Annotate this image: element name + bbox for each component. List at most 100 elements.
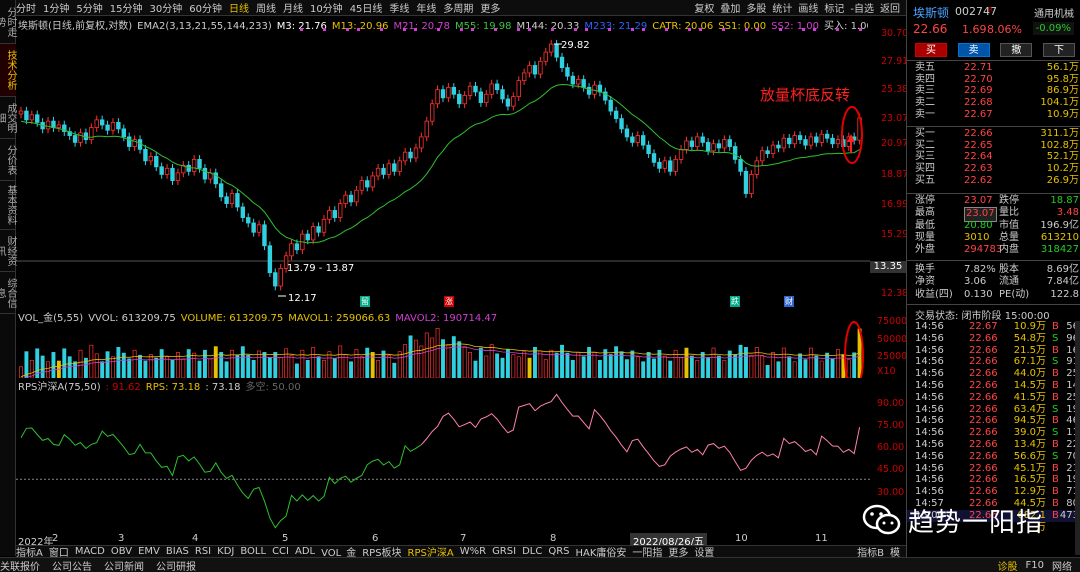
period-tab-12[interactable]: 年线: [416, 0, 436, 15]
indicator-tab-4[interactable]: EMV: [138, 546, 160, 557]
trade-row[interactable]: 14:56 22.66 44.0万 B 25: [907, 368, 1080, 380]
left-tab-6[interactable]: 综合信息: [0, 272, 16, 314]
trade-row[interactable]: 14:56 22.66 54.8万 S 96: [907, 333, 1080, 345]
toolbar-action-5[interactable]: 标记: [824, 0, 844, 15]
indicator-tab-0[interactable]: 指标A: [16, 546, 43, 557]
period-tab-7[interactable]: 周线: [256, 0, 276, 15]
volume-bar: [468, 352, 473, 378]
indicator-right-1[interactable]: 模: [890, 546, 900, 557]
trade-row[interactable]: 14:56 22.66 94.5万 B 46: [907, 415, 1080, 427]
trade-row[interactable]: 14:56 22.66 14.5万 B 14: [907, 380, 1080, 392]
buy-button[interactable]: 买: [915, 43, 947, 57]
period-tab-6[interactable]: 日线: [229, 0, 249, 15]
rps-chart[interactable]: [16, 388, 870, 534]
period-tab-13[interactable]: 多周期: [443, 0, 473, 15]
period-tab-2[interactable]: 5分钟: [76, 0, 102, 15]
period-tab-3[interactable]: 15分钟: [110, 0, 143, 15]
status-right-2[interactable]: 网络: [1052, 558, 1072, 572]
trade-list[interactable]: 14:56 22.67 10.9万 B 56 14:56 22.66 54.8万 S 96 14:5…: [907, 321, 1080, 533]
indicator-tab-17[interactable]: QRS: [548, 546, 569, 557]
status-link-1[interactable]: 公司公告: [52, 558, 92, 572]
indicator-tab-8[interactable]: BOLL: [240, 546, 266, 557]
industry-name[interactable]: 通用机械: [1034, 5, 1074, 20]
indicator-tab-14[interactable]: W%R: [460, 546, 486, 557]
buy-row[interactable]: 买二 22.65 102.8万: [907, 140, 1080, 152]
trade-row[interactable]: 14:56 22.66 13.4万 B 22: [907, 439, 1080, 451]
period-tab-14[interactable]: 更多: [480, 0, 500, 15]
toolbar-action-4[interactable]: 画线: [798, 0, 818, 15]
left-tab-2[interactable]: 成交明细: [0, 97, 16, 139]
buy-row[interactable]: 买四 22.63 10.2万: [907, 163, 1080, 175]
status-link-0[interactable]: 关联报价: [0, 558, 40, 572]
indicator-tab-9[interactable]: CCI: [272, 546, 289, 557]
sell-row[interactable]: 卖四 22.70 95.8万: [907, 74, 1080, 86]
indicator-tab-20[interactable]: 更多: [668, 546, 688, 557]
indicator-tab-3[interactable]: OBV: [111, 546, 132, 557]
trade-row[interactable]: 14:56 22.66 39.0万 S 11: [907, 427, 1080, 439]
left-tab-0[interactable]: 分时走势: [0, 0, 16, 44]
sell-row[interactable]: 卖一 22.67 10.9万: [907, 109, 1080, 121]
indicator-tab-2[interactable]: MACD: [75, 546, 105, 557]
indicator-tab-15[interactable]: GRSI: [492, 546, 516, 557]
toolbar-action-7[interactable]: 返回: [880, 0, 900, 15]
toolbar-action-1[interactable]: 叠加: [720, 0, 740, 15]
trade-row[interactable]: 14:56 22.66 16.5万 B 19: [907, 474, 1080, 486]
indicator-tab-6[interactable]: RSI: [195, 546, 211, 557]
trade-row[interactable]: 14:56 22.66 21.5万 B 16: [907, 345, 1080, 357]
indicator-tab-5[interactable]: BIAS: [166, 546, 189, 557]
status-link-3[interactable]: 公司研报: [156, 558, 196, 572]
volume-chart[interactable]: [16, 318, 870, 378]
period-tab-11[interactable]: 季线: [389, 0, 409, 15]
trade-row[interactable]: 14:56 22.66 56.6万 S 70: [907, 451, 1080, 463]
trade-row[interactable]: 14:56 22.66 67.1万 S 91: [907, 356, 1080, 368]
period-tab-0[interactable]: 分时: [16, 0, 36, 15]
price-chart[interactable]: [16, 28, 870, 300]
status-link-2[interactable]: 公司新闻: [104, 558, 144, 572]
indicator-tab-12[interactable]: RPS板块: [362, 546, 401, 557]
trade-row[interactable]: 14:56 22.66 12.9万 B 71: [907, 486, 1080, 498]
indicator-right-0[interactable]: 指标B: [857, 546, 884, 557]
period-tab-10[interactable]: 45日线: [350, 0, 383, 15]
left-tab-5[interactable]: 财经资讯: [0, 230, 16, 272]
left-tab-4[interactable]: 基本资料: [0, 181, 16, 230]
buy-row[interactable]: 买一 22.66 311.1万: [907, 128, 1080, 140]
sell-button[interactable]: 卖: [957, 43, 990, 57]
trade-scrollbar[interactable]: [1075, 321, 1080, 555]
toolbar-action-2[interactable]: 多股: [746, 0, 766, 15]
indicator-tab-19[interactable]: 一阳指: [632, 546, 662, 557]
toolbar-action-3[interactable]: 统计: [772, 0, 792, 15]
sell-row[interactable]: 卖二 22.68 104.1万: [907, 97, 1080, 109]
stock-name[interactable]: 埃斯顿: [913, 4, 949, 21]
period-tab-4[interactable]: 30分钟: [149, 0, 182, 15]
sell-row[interactable]: 卖五 22.71 56.1万: [907, 62, 1080, 74]
trade-row[interactable]: 14:56 22.66 45.1万 B 21: [907, 463, 1080, 475]
indicator-tab-13[interactable]: RPS沪深A: [408, 546, 454, 557]
indicator-tab-10[interactable]: ADL: [295, 546, 315, 557]
indicator-tab-16[interactable]: DLC: [522, 546, 542, 557]
period-tab-8[interactable]: 月线: [283, 0, 303, 15]
period-tab-5[interactable]: 60分钟: [189, 0, 222, 15]
trade-row[interactable]: 14:56 22.66 41.5万 B 25: [907, 392, 1080, 404]
toolbar-action-6[interactable]: -自选: [850, 0, 874, 15]
indicator-tab-7[interactable]: KDJ: [217, 546, 234, 557]
indicator-tab-11[interactable]: VOL_金: [321, 546, 356, 557]
left-tab-1[interactable]: 技术分析: [0, 44, 16, 97]
period-tab-9[interactable]: 10分钟: [310, 0, 343, 15]
trade-row[interactable]: 14:56 22.66 63.4万 S 19: [907, 404, 1080, 416]
buy-row[interactable]: 买三 22.64 52.1万: [907, 151, 1080, 163]
indicator-tab-1[interactable]: 窗口: [49, 546, 69, 557]
toolbar-action-0[interactable]: 复权: [694, 0, 714, 15]
left-tab-3[interactable]: 分价表: [0, 139, 16, 181]
buy-row[interactable]: 买五 22.62 26.9万: [907, 175, 1080, 187]
status-right-0[interactable]: 诊股: [998, 558, 1018, 572]
cancel-button[interactable]: 撤: [1000, 43, 1033, 57]
status-right-1[interactable]: F10: [1026, 560, 1044, 571]
sell-row[interactable]: 卖三 22.69 86.9万: [907, 85, 1080, 97]
indicator-tab-21[interactable]: 设置: [694, 546, 714, 557]
trade-row[interactable]: 14:56 22.67 10.9万 B 56: [907, 321, 1080, 333]
period-tab-1[interactable]: 1分钟: [43, 0, 69, 15]
order-button[interactable]: 下: [1042, 43, 1075, 57]
volume-bar: [213, 346, 218, 378]
indicator-tab-18[interactable]: HAK庸俗安: [576, 546, 627, 557]
volume-bar: [105, 351, 110, 378]
